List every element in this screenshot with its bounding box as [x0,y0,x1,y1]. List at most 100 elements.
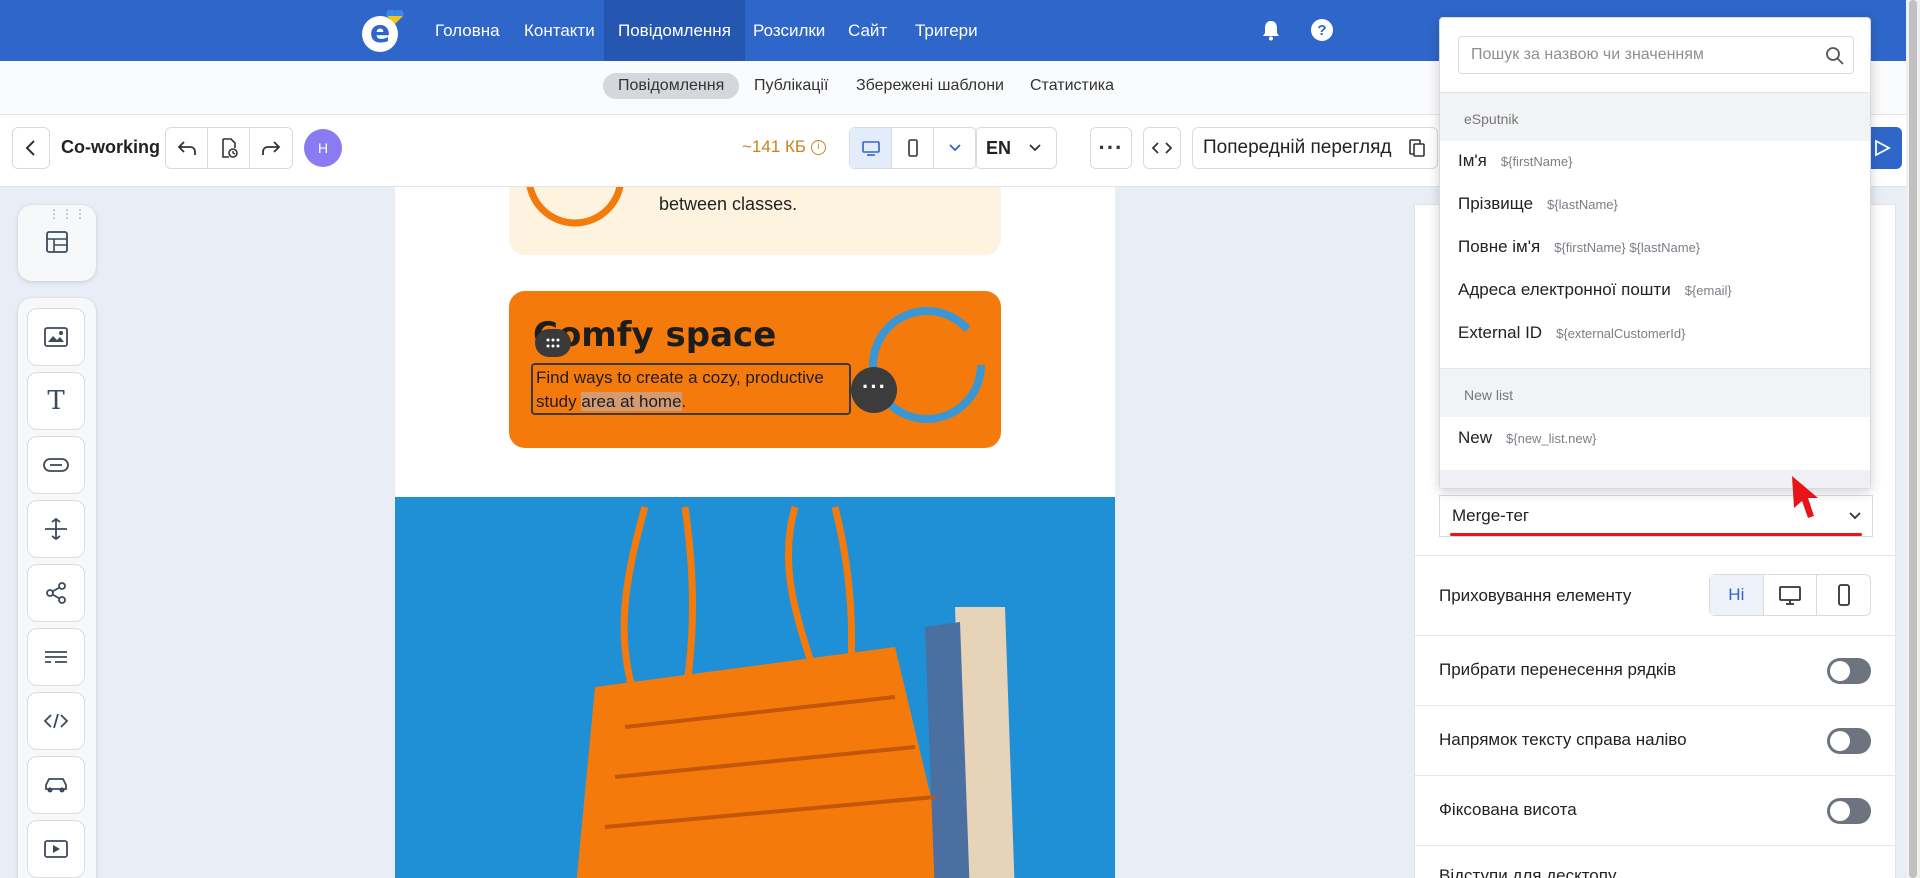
subnav-publications[interactable]: Публікації [739,73,843,99]
tool-dynamic[interactable] [27,756,85,814]
blocks-icon[interactable] [44,229,70,255]
nav-campaigns[interactable]: Розсилки [739,0,839,61]
group-new-list: New list [1440,369,1870,417]
rtl-row: Напрямок тексту справа наліво [1415,705,1897,775]
nav-contacts[interactable]: Контакти [510,0,609,61]
fixed-height-label: Фіксована висота [1439,800,1577,819]
share-icon [46,582,66,604]
option-code: ${firstName} ${lastName} [1554,240,1701,255]
redo-button[interactable] [250,128,292,168]
info-icon[interactable]: i [810,140,826,156]
chevron-left-icon [25,140,35,156]
svg-text:?: ? [1317,22,1326,39]
fixed-height-row: Фіксована висота [1415,775,1897,845]
tool-button[interactable] [27,436,85,494]
previous-card[interactable]: between classes. [509,187,1001,255]
more-options-button[interactable]: ··· [1090,127,1132,169]
merge-tag-option[interactable]: Прізвище ${lastName} [1458,184,1618,224]
text-icon: T [47,386,65,416]
language-select[interactable]: EN [975,127,1057,169]
ellipsis-icon: ··· [1098,135,1124,160]
block-options-button[interactable]: ··· [851,367,897,413]
message-size: ~141 КБ i [742,137,826,157]
code-view-button[interactable] [1143,127,1181,169]
device-dropdown-button[interactable] [934,128,976,168]
bell-icon[interactable] [1259,18,1283,42]
card-text: between classes. [659,194,798,214]
code-icon [1151,142,1173,154]
desktop-view-button[interactable] [850,128,892,168]
merge-tag-dropdown: Пошук за назвою чи значенням eSputnik Ім… [1439,17,1871,489]
copy-icon [1409,139,1425,157]
merge-tag-option[interactable]: Адреса електронної пошти ${email} [1458,270,1732,310]
fixed-height-toggle[interactable] [1827,798,1871,824]
undo-button[interactable] [166,128,208,168]
rtl-label: Напрямок тексту справа наліво [1439,730,1687,749]
tool-divider[interactable] [27,628,85,686]
option-label: New [1458,428,1493,447]
nav-messages[interactable]: Повідомлення [604,0,745,61]
nav-home[interactable]: Головна [421,0,514,61]
group-esputnik: eSputnik [1440,93,1870,141]
search-input[interactable]: Пошук за назвою чи значенням [1458,36,1854,74]
desktop-padding-row: Відступи для десктопу [1415,845,1897,878]
hide-mobile-option[interactable] [1817,575,1870,615]
help-icon[interactable]: ? [1310,18,1334,42]
video-icon [44,840,68,858]
merge-tag-option[interactable]: Ім'я ${firstName} [1458,141,1572,181]
tool-text[interactable]: T [27,372,85,430]
preview-button[interactable]: Попередній перегляд [1192,127,1438,169]
avatar[interactable]: Н [304,129,342,167]
content-tools-panel: T [18,298,96,878]
red-cursor-arrow-icon [1792,476,1818,518]
tool-html[interactable] [27,692,85,750]
hide-element-switcher: Ні [1709,574,1871,616]
merge-tag-option[interactable]: Повне ім'я ${firstName} ${lastName} [1458,227,1700,267]
comfy-space-card[interactable]: Comfy space Find ways to create a cozy, … [509,291,1001,448]
tool-social[interactable] [27,564,85,622]
text-selection: area at home [581,392,682,411]
option-label: Повне ім'я [1458,237,1541,256]
drag-grip-icon[interactable]: ⋮⋮⋮ [48,208,87,220]
rtl-toggle[interactable] [1827,728,1871,754]
mobile-icon [907,139,918,157]
line-break-toggle[interactable] [1827,658,1871,684]
merge-tag-option[interactable]: New ${new_list.new} [1458,418,1596,458]
nav-site[interactable]: Сайт [834,0,901,61]
send-icon [1875,139,1891,157]
option-label: Ім'я [1458,151,1487,170]
tool-video[interactable] [27,820,85,878]
merge-tag-option[interactable]: External ID ${externalCustomerId} [1458,313,1685,353]
button-icon [43,458,69,472]
chevron-down-icon [949,144,961,152]
option-code: ${email} [1684,283,1732,298]
subnav-messages[interactable]: Повідомлення [603,73,740,99]
tote-bag-image[interactable] [395,497,1115,878]
selected-text-block[interactable]: Find ways to create a cozy, productive s… [531,363,851,415]
mobile-icon [1837,584,1850,606]
back-button[interactable] [12,127,50,169]
tool-spacer[interactable] [27,500,85,558]
text-end: . [681,392,687,411]
option-code: ${firstName} [1500,154,1573,169]
version-history-button[interactable] [208,128,250,168]
language-value: EN [986,138,1012,158]
drag-handle-icon[interactable] [535,329,571,357]
message-size-value: ~141 КБ [742,137,807,156]
hide-desktop-option[interactable] [1764,575,1818,615]
subnav-saved-templates[interactable]: Збережені шаблони [841,73,1019,99]
esputnik-logo[interactable]: e [362,10,404,52]
message-title[interactable]: Co-working [61,137,160,158]
nav-triggers[interactable]: Тригери [901,0,992,61]
preview-label: Попередній перегляд [1203,137,1392,158]
subnav-statistics[interactable]: Статистика [1015,73,1129,99]
ukraine-heart-icon [386,10,404,24]
search-icon [1826,47,1844,65]
tool-image[interactable] [27,308,85,366]
html-code-icon [43,713,69,729]
hide-none-option[interactable]: Ні [1710,575,1764,615]
mobile-view-button[interactable] [892,128,934,168]
hide-element-label: Приховування елементу [1439,586,1632,605]
page-scrollbar-thumb[interactable] [1909,0,1917,878]
option-label: External ID [1458,323,1543,342]
